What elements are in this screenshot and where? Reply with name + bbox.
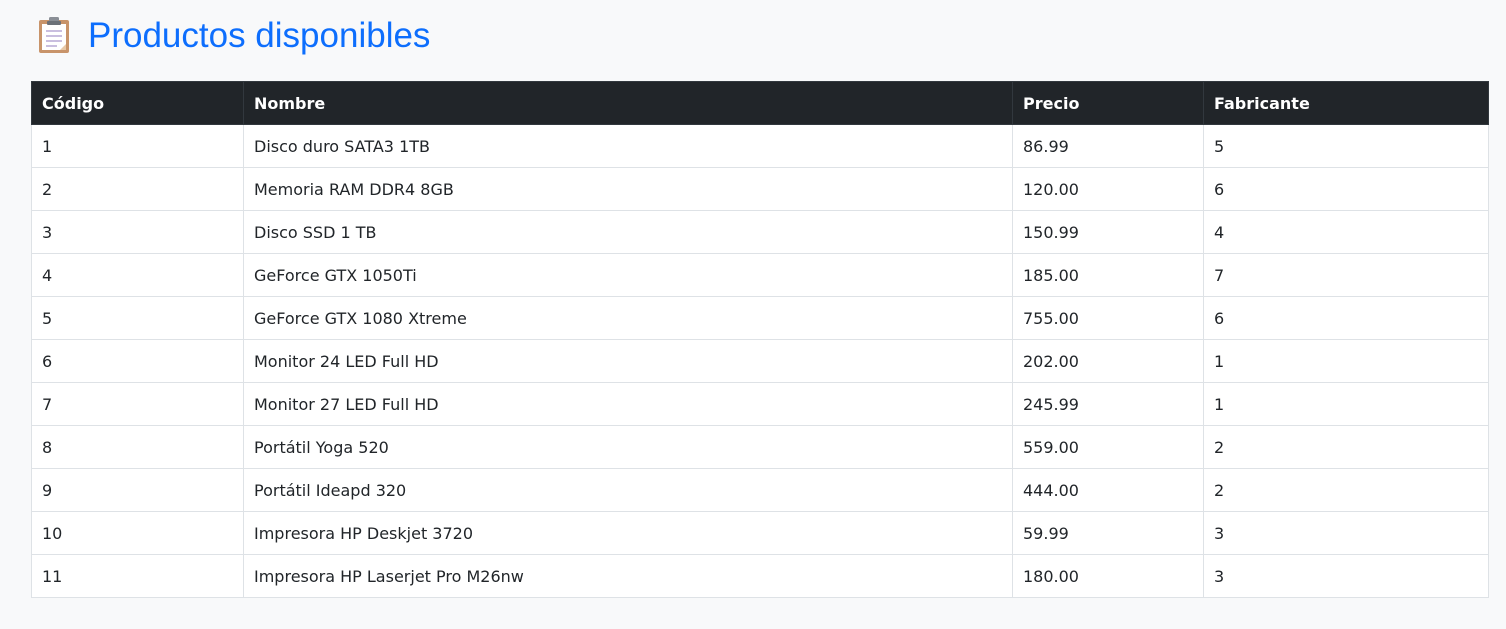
column-header-nombre: Nombre <box>243 81 1013 125</box>
cell-nombre: Disco SSD 1 TB <box>243 210 1013 254</box>
table-row: 9 Portátil Ideapd 320 444.00 2 <box>31 468 1489 512</box>
table-row: 11 Impresora HP Laserjet Pro M26nw 180.0… <box>31 554 1489 598</box>
cell-codigo: 2 <box>31 167 244 211</box>
cell-precio: 180.00 <box>1012 554 1204 598</box>
cell-codigo: 8 <box>31 425 244 469</box>
cell-nombre: Impresora HP Deskjet 3720 <box>243 511 1013 555</box>
cell-fabricante: 1 <box>1203 382 1489 426</box>
cell-nombre: Monitor 27 LED Full HD <box>243 382 1013 426</box>
column-header-precio: Precio <box>1012 81 1204 125</box>
cell-codigo: 4 <box>31 253 244 297</box>
cell-precio: 202.00 <box>1012 339 1204 383</box>
cell-nombre: Portátil Yoga 520 <box>243 425 1013 469</box>
table-row: 3 Disco SSD 1 TB 150.99 4 <box>31 210 1489 254</box>
cell-nombre: GeForce GTX 1050Ti <box>243 253 1013 297</box>
cell-fabricante: 4 <box>1203 210 1489 254</box>
table-row: 4 GeForce GTX 1050Ti 185.00 7 <box>31 253 1489 297</box>
cell-codigo: 3 <box>31 210 244 254</box>
column-header-codigo: Código <box>31 81 244 125</box>
table-row: 10 Impresora HP Deskjet 3720 59.99 3 <box>31 511 1489 555</box>
table-row: 6 Monitor 24 LED Full HD 202.00 1 <box>31 339 1489 383</box>
cell-codigo: 6 <box>31 339 244 383</box>
cell-fabricante: 7 <box>1203 253 1489 297</box>
cell-nombre: GeForce GTX 1080 Xtreme <box>243 296 1013 340</box>
cell-nombre: Impresora HP Laserjet Pro M26nw <box>243 554 1013 598</box>
cell-nombre: Memoria RAM DDR4 8GB <box>243 167 1013 211</box>
cell-fabricante: 2 <box>1203 468 1489 512</box>
cell-fabricante: 6 <box>1203 296 1489 340</box>
cell-codigo: 1 <box>31 124 244 168</box>
page-title: Productos disponibles <box>88 15 431 55</box>
cell-codigo: 5 <box>31 296 244 340</box>
table-row: 2 Memoria RAM DDR4 8GB 120.00 6 <box>31 167 1489 211</box>
cell-precio: 59.99 <box>1012 511 1204 555</box>
cell-fabricante: 5 <box>1203 124 1489 168</box>
cell-precio: 444.00 <box>1012 468 1204 512</box>
cell-precio: 86.99 <box>1012 124 1204 168</box>
cell-fabricante: 3 <box>1203 554 1489 598</box>
page-container: Productos disponibles Código Nombre Prec… <box>0 0 1506 598</box>
cell-nombre: Portátil Ideapd 320 <box>243 468 1013 512</box>
cell-fabricante: 2 <box>1203 425 1489 469</box>
cell-precio: 245.99 <box>1012 382 1204 426</box>
cell-fabricante: 1 <box>1203 339 1489 383</box>
column-header-fabricante: Fabricante <box>1203 81 1489 125</box>
cell-fabricante: 6 <box>1203 167 1489 211</box>
table-row: 8 Portátil Yoga 520 559.00 2 <box>31 425 1489 469</box>
cell-precio: 150.99 <box>1012 210 1204 254</box>
cell-precio: 755.00 <box>1012 296 1204 340</box>
page-heading: Productos disponibles <box>31 14 1488 56</box>
table-row: 7 Monitor 27 LED Full HD 245.99 1 <box>31 382 1489 426</box>
cell-nombre: Monitor 24 LED Full HD <box>243 339 1013 383</box>
table-header-row: Código Nombre Precio Fabricante <box>31 81 1489 125</box>
clipboard-icon <box>38 16 70 54</box>
table-row: 1 Disco duro SATA3 1TB 86.99 5 <box>31 124 1489 168</box>
cell-precio: 120.00 <box>1012 167 1204 211</box>
cell-codigo: 11 <box>31 554 244 598</box>
products-table: Código Nombre Precio Fabricante 1 Disco … <box>31 81 1489 598</box>
cell-codigo: 7 <box>31 382 244 426</box>
cell-nombre: Disco duro SATA3 1TB <box>243 124 1013 168</box>
cell-codigo: 10 <box>31 511 244 555</box>
cell-precio: 185.00 <box>1012 253 1204 297</box>
table-row: 5 GeForce GTX 1080 Xtreme 755.00 6 <box>31 296 1489 340</box>
cell-codigo: 9 <box>31 468 244 512</box>
cell-precio: 559.00 <box>1012 425 1204 469</box>
cell-fabricante: 3 <box>1203 511 1489 555</box>
